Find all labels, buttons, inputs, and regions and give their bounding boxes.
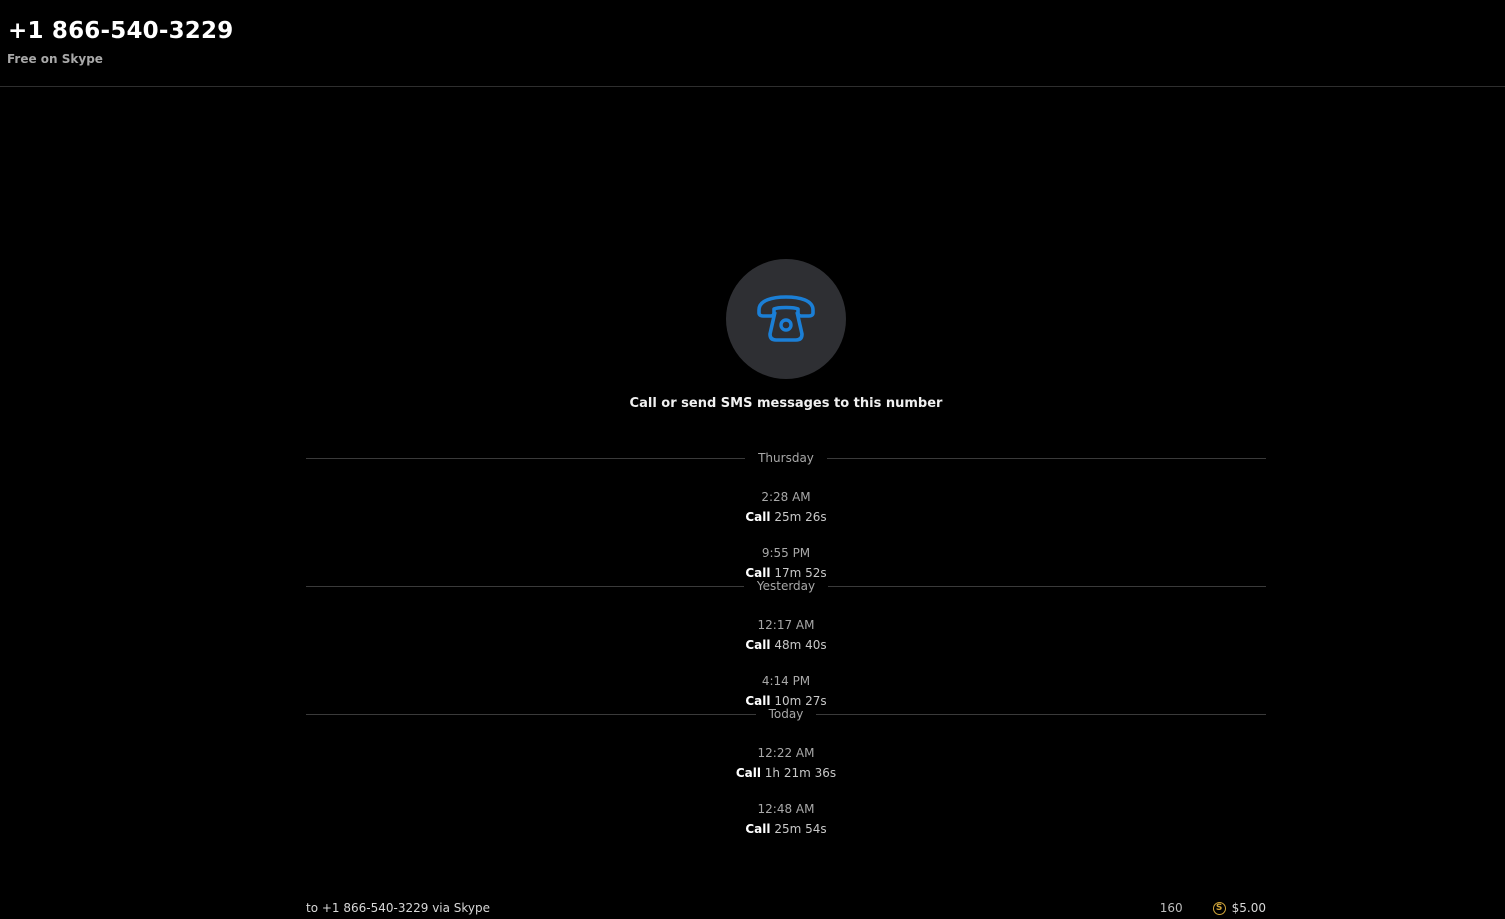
call-entry[interactable]: 12:22 AM Call 1h 21m 36s	[306, 745, 1266, 801]
call-summary: Call 25m 54s	[306, 821, 1266, 838]
call-time: 12:17 AM	[757, 618, 815, 632]
divider-line	[826, 457, 1266, 459]
call-label: Call	[745, 510, 771, 524]
credit-balance[interactable]: $5.00	[1232, 901, 1266, 915]
phone-avatar	[726, 259, 846, 379]
skype-credit-icon: S	[1212, 901, 1226, 915]
call-summary: Call 25m 26s	[306, 509, 1266, 526]
divider-line	[816, 713, 1266, 715]
divider-line	[306, 457, 746, 459]
call-duration: 1h 21m 36s	[764, 766, 837, 780]
day-label: Yesterday	[756, 579, 816, 593]
call-time: 2:28 AM	[761, 490, 811, 504]
day-label: Today	[768, 707, 804, 721]
call-duration: 48m 40s	[774, 638, 827, 652]
divider-line	[306, 585, 744, 587]
divider-line	[306, 713, 756, 715]
call-label: Call	[745, 638, 771, 652]
empty-conversation-caption: Call or send SMS messages to this number	[629, 396, 943, 411]
day-label: Thursday	[758, 451, 814, 465]
contact-phone-number[interactable]: +1 866-540-3229	[8, 18, 233, 44]
day-group-today: Today 12:22 AM Call 1h 21m 36s 12:48 AM …	[306, 704, 1266, 857]
call-time: 12:48 AM	[757, 802, 815, 816]
message-compose-bar: to +1 866-540-3229 via Skype 160 S $5.00	[306, 900, 1266, 919]
day-divider: Yesterday	[306, 576, 1267, 596]
call-label: Call	[745, 822, 771, 836]
call-time: 9:55 PM	[761, 546, 811, 560]
divider-line	[828, 585, 1267, 587]
call-summary: Call 48m 40s	[306, 637, 1266, 654]
call-duration: 25m 54s	[774, 822, 827, 836]
sms-character-count: 160	[1159, 901, 1183, 915]
sms-recipient-label[interactable]: to +1 866-540-3229 via Skype	[306, 901, 490, 915]
day-divider: Thursday	[306, 448, 1266, 468]
call-entry[interactable]: 2:28 AM Call 25m 26s	[306, 489, 1266, 545]
call-duration: 25m 26s	[774, 510, 827, 524]
call-entry[interactable]: 12:17 AM Call 48m 40s	[306, 617, 1266, 673]
call-history: Thursday 2:28 AM Call 25m 26s 9:55 PM Ca…	[306, 448, 1267, 857]
contact-status: Free on Skype	[7, 52, 103, 66]
call-time: 4:14 PM	[761, 674, 811, 688]
day-divider: Today	[306, 704, 1266, 724]
call-time: 12:22 AM	[757, 746, 815, 760]
phone-icon	[757, 295, 815, 342]
call-summary: Call 1h 21m 36s	[306, 765, 1266, 782]
conversation-header: +1 866-540-3229 Free on Skype	[0, 0, 1505, 87]
call-label: Call	[735, 766, 761, 780]
sms-meta: 160 S $5.00	[1160, 901, 1266, 915]
call-entry[interactable]: 12:48 AM Call 25m 54s	[306, 801, 1266, 857]
